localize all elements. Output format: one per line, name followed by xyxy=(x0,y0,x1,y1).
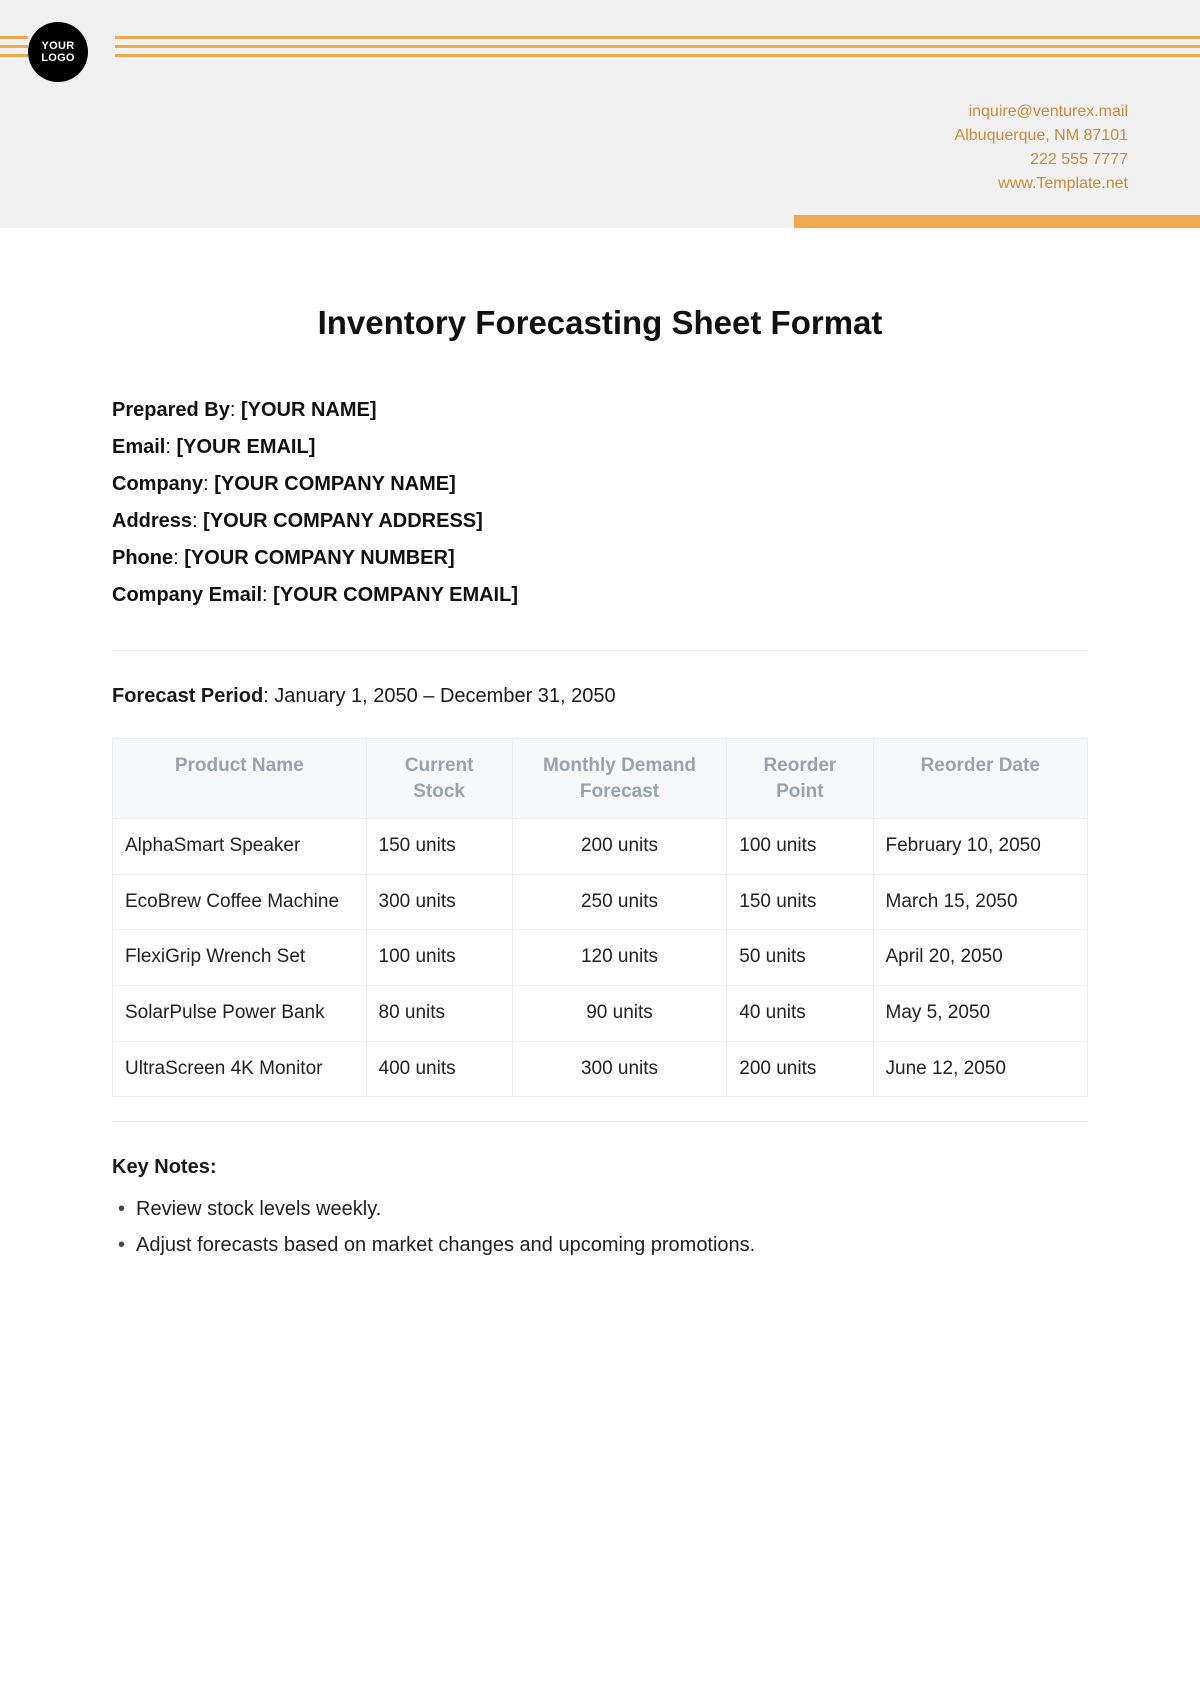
contact-block: inquire@venturex.mail Albuquerque, NM 87… xyxy=(955,100,1128,196)
meta-phone: Phone: [YOUR COMPANY NUMBER] xyxy=(112,540,1088,577)
logo-text-line2: LOGO xyxy=(41,52,75,64)
cell-product: SolarPulse Power Bank xyxy=(113,986,367,1042)
meta-label: Prepared By xyxy=(112,399,230,421)
cell-reorder: 200 units xyxy=(727,1041,873,1097)
cell-date: May 5, 2050 xyxy=(873,986,1088,1042)
divider xyxy=(112,650,1088,651)
meta-address: Address: [YOUR COMPANY ADDRESS] xyxy=(112,503,1088,540)
cell-product: FlexiGrip Wrench Set xyxy=(113,930,367,986)
list-item: Review stock levels weekly. xyxy=(118,1191,1088,1227)
table-header-row: Product Name Current Stock Monthly Deman… xyxy=(113,739,1088,819)
meta-company-email: Company Email: [YOUR COMPANY EMAIL] xyxy=(112,577,1088,614)
cell-stock: 80 units xyxy=(366,986,512,1042)
cell-date: June 12, 2050 xyxy=(873,1041,1088,1097)
meta-company: Company: [YOUR COMPANY NAME] xyxy=(112,466,1088,503)
logo-text-line1: YOUR xyxy=(42,40,75,52)
forecast-table: Product Name Current Stock Monthly Deman… xyxy=(112,738,1088,1097)
contact-website: www.Template.net xyxy=(955,172,1128,196)
meta-label: Email xyxy=(112,436,165,458)
cell-demand: 300 units xyxy=(512,1041,727,1097)
meta-value: [YOUR NAME] xyxy=(241,399,377,421)
notes-block: Key Notes: Review stock levels weekly. A… xyxy=(112,1156,1088,1263)
document-title: Inventory Forecasting Sheet Format xyxy=(112,304,1088,342)
meta-value: [YOUR COMPANY ADDRESS] xyxy=(203,510,483,532)
meta-list: Prepared By: [YOUR NAME] Email: [YOUR EM… xyxy=(112,392,1088,614)
meta-label: Address xyxy=(112,510,192,532)
cell-product: EcoBrew Coffee Machine xyxy=(113,874,367,930)
cell-stock: 300 units xyxy=(366,874,512,930)
meta-value: [YOUR COMPANY EMAIL] xyxy=(273,584,518,606)
col-date: Reorder Date xyxy=(873,739,1088,819)
table-row: AlphaSmart Speaker 150 units 200 units 1… xyxy=(113,819,1088,875)
notes-title-text: Key Notes xyxy=(112,1156,210,1178)
contact-address: Albuquerque, NM 87101 xyxy=(955,124,1128,148)
cell-demand: 90 units xyxy=(512,986,727,1042)
col-stock: Current Stock xyxy=(366,739,512,819)
table-body: AlphaSmart Speaker 150 units 200 units 1… xyxy=(113,819,1088,1097)
header-band: YOUR LOGO inquire@venturex.mail Albuquer… xyxy=(0,0,1200,228)
meta-value: [YOUR COMPANY NUMBER] xyxy=(184,547,454,569)
cell-reorder: 40 units xyxy=(727,986,873,1042)
contact-email: inquire@venturex.mail xyxy=(955,100,1128,124)
col-product: Product Name xyxy=(113,739,367,819)
meta-email: Email: [YOUR EMAIL] xyxy=(112,429,1088,466)
cell-demand: 250 units xyxy=(512,874,727,930)
list-item: Adjust forecasts based on market changes… xyxy=(118,1227,1088,1263)
meta-prepared-by: Prepared By: [YOUR NAME] xyxy=(112,392,1088,429)
contact-phone: 222 555 7777 xyxy=(955,148,1128,172)
cell-date: March 15, 2050 xyxy=(873,874,1088,930)
period-label: Forecast Period xyxy=(112,685,263,707)
meta-value: [YOUR COMPANY NAME] xyxy=(214,473,455,495)
col-reorder: Reorder Point xyxy=(727,739,873,819)
meta-label: Phone xyxy=(112,547,173,569)
table-row: EcoBrew Coffee Machine 300 units 250 uni… xyxy=(113,874,1088,930)
table-row: UltraScreen 4K Monitor 400 units 300 uni… xyxy=(113,1041,1088,1097)
divider xyxy=(112,1121,1088,1122)
cell-demand: 200 units xyxy=(512,819,727,875)
forecast-period: Forecast Period: January 1, 2050 – Decem… xyxy=(112,685,1088,708)
logo-placeholder: YOUR LOGO xyxy=(28,22,88,82)
cell-product: UltraScreen 4K Monitor xyxy=(113,1041,367,1097)
cell-reorder: 100 units xyxy=(727,819,873,875)
table-row: FlexiGrip Wrench Set 100 units 120 units… xyxy=(113,930,1088,986)
notes-list: Review stock levels weekly. Adjust forec… xyxy=(112,1191,1088,1263)
table-row: SolarPulse Power Bank 80 units 90 units … xyxy=(113,986,1088,1042)
document-content: Inventory Forecasting Sheet Format Prepa… xyxy=(0,228,1200,1263)
cell-stock: 150 units xyxy=(366,819,512,875)
cell-reorder: 50 units xyxy=(727,930,873,986)
cell-date: April 20, 2050 xyxy=(873,930,1088,986)
accent-bar xyxy=(794,215,1200,228)
cell-product: AlphaSmart Speaker xyxy=(113,819,367,875)
cell-stock: 100 units xyxy=(366,930,512,986)
cell-stock: 400 units xyxy=(366,1041,512,1097)
period-value: January 1, 2050 – December 31, 2050 xyxy=(274,685,615,707)
meta-value: [YOUR EMAIL] xyxy=(176,436,315,458)
meta-label: Company xyxy=(112,473,203,495)
meta-label: Company Email xyxy=(112,584,262,606)
notes-title: Key Notes: xyxy=(112,1156,1088,1179)
col-demand: Monthly Demand Forecast xyxy=(512,739,727,819)
cell-date: February 10, 2050 xyxy=(873,819,1088,875)
cell-reorder: 150 units xyxy=(727,874,873,930)
cell-demand: 120 units xyxy=(512,930,727,986)
